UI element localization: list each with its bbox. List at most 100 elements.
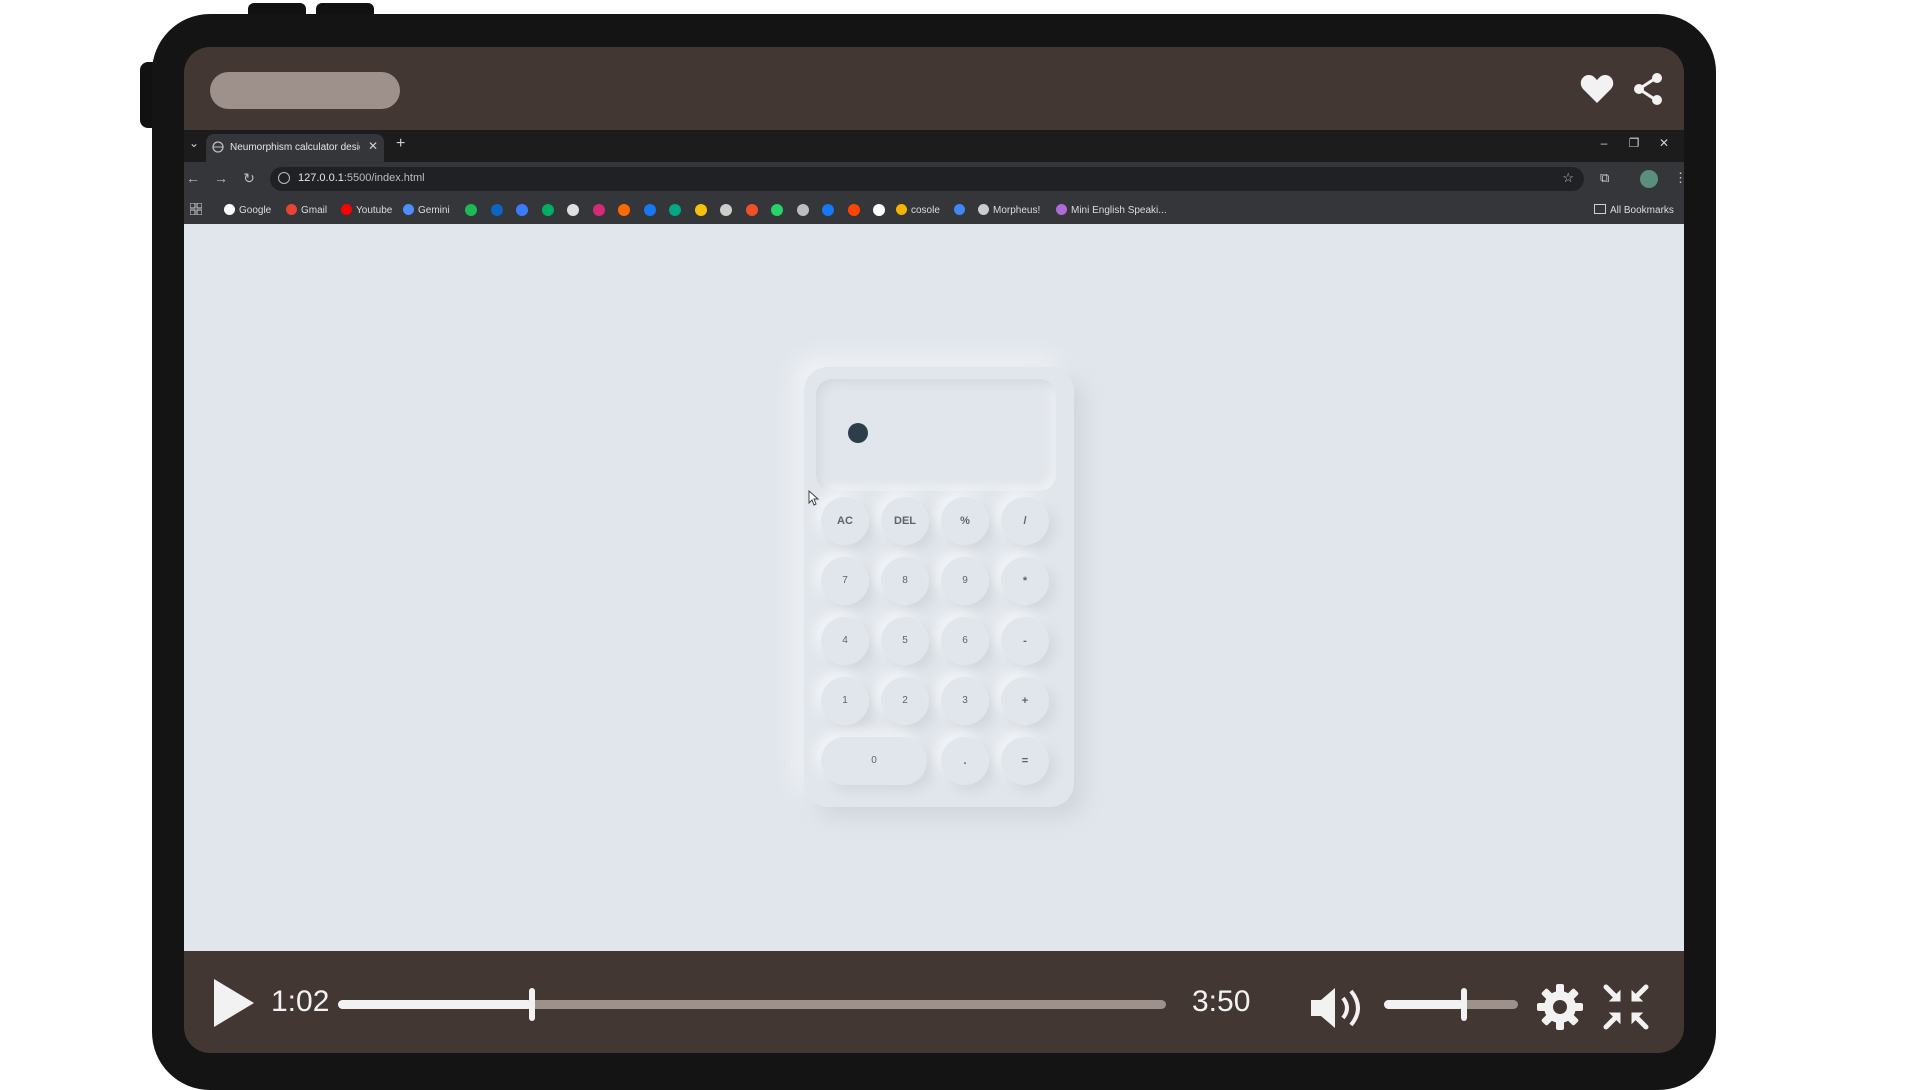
share-icon[interactable]	[1630, 71, 1666, 107]
key-3[interactable]: 3	[941, 677, 989, 725]
bookmark-gemini[interactable]: Gemini	[403, 204, 450, 216]
key-6[interactable]: 6	[941, 617, 989, 665]
key-divide[interactable]: /	[1001, 497, 1049, 545]
tab-search-chevron-icon[interactable]: ⌄	[186, 136, 202, 150]
bookmark-star-icon[interactable]: ☆	[1562, 170, 1574, 186]
seek-handle[interactable]	[528, 988, 535, 1021]
forward-icon[interactable]: →	[212, 170, 230, 186]
bookmark-favicon-icon[interactable]	[618, 204, 630, 216]
address-url: 127.0.0.1:5500/index.html	[298, 172, 425, 184]
key-multiply[interactable]: *	[1001, 557, 1049, 605]
bookmark-cosole[interactable]: cosole	[896, 204, 940, 216]
bookmark-favicon-icon[interactable]	[822, 204, 834, 216]
bookmark-favicon-icon[interactable]	[796, 204, 809, 216]
bookmark-favicon-icon[interactable]	[592, 204, 605, 216]
browser-toolbar: ← → ↻ 127.0.0.1:5500/index.html ☆ ⧉ ⋮	[184, 162, 1684, 196]
avatar[interactable]	[1640, 170, 1658, 188]
bookmark-favicon-icon[interactable]	[490, 204, 503, 216]
volume-icon[interactable]	[1309, 986, 1373, 1030]
window-close-icon[interactable]: ✕	[1654, 136, 1674, 150]
mouse-cursor-icon	[808, 490, 820, 506]
back-icon[interactable]: ←	[184, 170, 202, 186]
tab-close-icon[interactable]: ✕	[368, 139, 378, 153]
duration: 3:50	[1192, 985, 1251, 1018]
seek-bar-fill	[338, 1000, 532, 1009]
heart-icon[interactable]	[1579, 71, 1615, 107]
key-4[interactable]: 4	[821, 617, 869, 665]
current-time: 1:02	[271, 985, 330, 1018]
bookmark-favicon-icon	[286, 204, 297, 215]
key-1[interactable]: 1	[821, 677, 869, 725]
key-2[interactable]: 2	[881, 677, 929, 725]
play-icon[interactable]	[212, 977, 256, 1029]
site-info-icon[interactable]	[278, 172, 290, 184]
bookmark-favicon-icon[interactable]	[847, 204, 860, 216]
apps-grid-icon[interactable]	[190, 203, 202, 215]
tab-active[interactable]: Neumorphism calculator design ✕	[206, 134, 384, 162]
bookmark-favicon-icon	[403, 204, 414, 215]
bookmark-favicon-icon	[896, 204, 907, 215]
reload-icon[interactable]: ↻	[240, 170, 258, 187]
key-0[interactable]: 0	[821, 737, 927, 785]
menu-kebab-icon[interactable]: ⋮	[1674, 170, 1684, 186]
calculator-display	[816, 379, 1056, 491]
video-controls: 1:02 3:50	[184, 951, 1684, 1053]
display-indicator-dot	[848, 423, 868, 443]
key-equals[interactable]: =	[1001, 737, 1049, 785]
globe-icon	[212, 141, 224, 153]
tab-strip: ⌄ Neumorphism calculator design ✕ + – ❐ …	[184, 130, 1684, 162]
video-screen: ⌄ Neumorphism calculator design ✕ + – ❐ …	[184, 47, 1684, 1053]
extensions-icon[interactable]: ⧉	[1600, 170, 1609, 186]
bookmark-favicon-icon[interactable]	[745, 204, 758, 216]
bookmark-favicon-icon	[1056, 204, 1067, 215]
bookmark-favicon-icon[interactable]	[643, 204, 656, 216]
compress-icon[interactable]	[1602, 983, 1650, 1031]
bookmark-google[interactable]: Google	[224, 204, 271, 216]
calculator: AC DEL%/ 7 8 9 * 4 5 6- 1 2 3 +0. =	[804, 367, 1074, 807]
video-top-bar	[184, 47, 1684, 130]
bookmark-favicon-icon[interactable]	[873, 204, 885, 216]
bookmark-morpheus[interactable]: Morpheus!	[978, 204, 1040, 216]
key-plus[interactable]: +	[1001, 677, 1049, 725]
bookmark-favicon-icon[interactable]	[516, 204, 528, 216]
all-bookmarks-folder[interactable]: All Bookmarks	[1594, 204, 1674, 216]
key-ac[interactable]: AC	[821, 497, 869, 545]
bookmark-favicon-icon[interactable]	[567, 204, 579, 216]
bookmark-favicon-icon[interactable]	[669, 204, 681, 216]
bookmark-favicon-icon	[341, 204, 352, 215]
bookmark-mini-english-speaki[interactable]: Mini English Speaki...	[1056, 204, 1167, 216]
bookmark-gmail[interactable]: Gmail	[286, 204, 327, 216]
bookmark-favicon-icon[interactable]	[720, 204, 732, 216]
address-bar[interactable]: 127.0.0.1:5500/index.html ☆	[270, 167, 1584, 191]
key-9[interactable]: 9	[941, 557, 989, 605]
key-del[interactable]: DEL	[881, 497, 929, 545]
bookmark-youtube[interactable]: Youtube	[341, 204, 392, 216]
key-minus[interactable]: -	[1001, 617, 1049, 665]
bookmark-icon[interactable]	[954, 204, 969, 216]
restore-icon[interactable]: ❐	[1624, 136, 1644, 150]
folder-icon	[1594, 204, 1606, 214]
bookmark-favicon-icon[interactable]	[771, 204, 783, 216]
bookmark-favicon-icon	[224, 204, 235, 215]
bookmarks-bar: Google Gmail Youtube Gemini cosole Morpheus!…	[184, 196, 1684, 224]
key-5[interactable]: 5	[881, 617, 929, 665]
key-7[interactable]: 7	[821, 557, 869, 605]
bookmark-favicon-icon	[954, 204, 965, 215]
seek-bar[interactable]	[338, 988, 1166, 1021]
volume-slider[interactable]	[1384, 988, 1518, 1021]
key-8[interactable]: 8	[881, 557, 929, 605]
gear-icon[interactable]	[1536, 983, 1584, 1031]
bookmark-favicon-icon[interactable]	[465, 204, 477, 216]
volume-slider-fill	[1384, 1000, 1465, 1009]
browser-window: ⌄ Neumorphism calculator design ✕ + – ❐ …	[184, 130, 1684, 951]
key-decimal[interactable]: .	[941, 737, 989, 785]
volume-handle[interactable]	[1461, 988, 1468, 1021]
bookmark-favicon-icon[interactable]	[541, 204, 554, 216]
new-tab-icon[interactable]: +	[396, 135, 405, 153]
bookmark-favicon-icon	[978, 204, 989, 215]
bookmark-favicon-icon[interactable]	[694, 204, 707, 216]
page-viewport: AC DEL%/ 7 8 9 * 4 5 6- 1 2 3 +0. =	[184, 224, 1684, 951]
key-percent[interactable]: %	[941, 497, 989, 545]
video-title-placeholder	[210, 72, 400, 109]
minimize-icon[interactable]: –	[1594, 136, 1614, 150]
